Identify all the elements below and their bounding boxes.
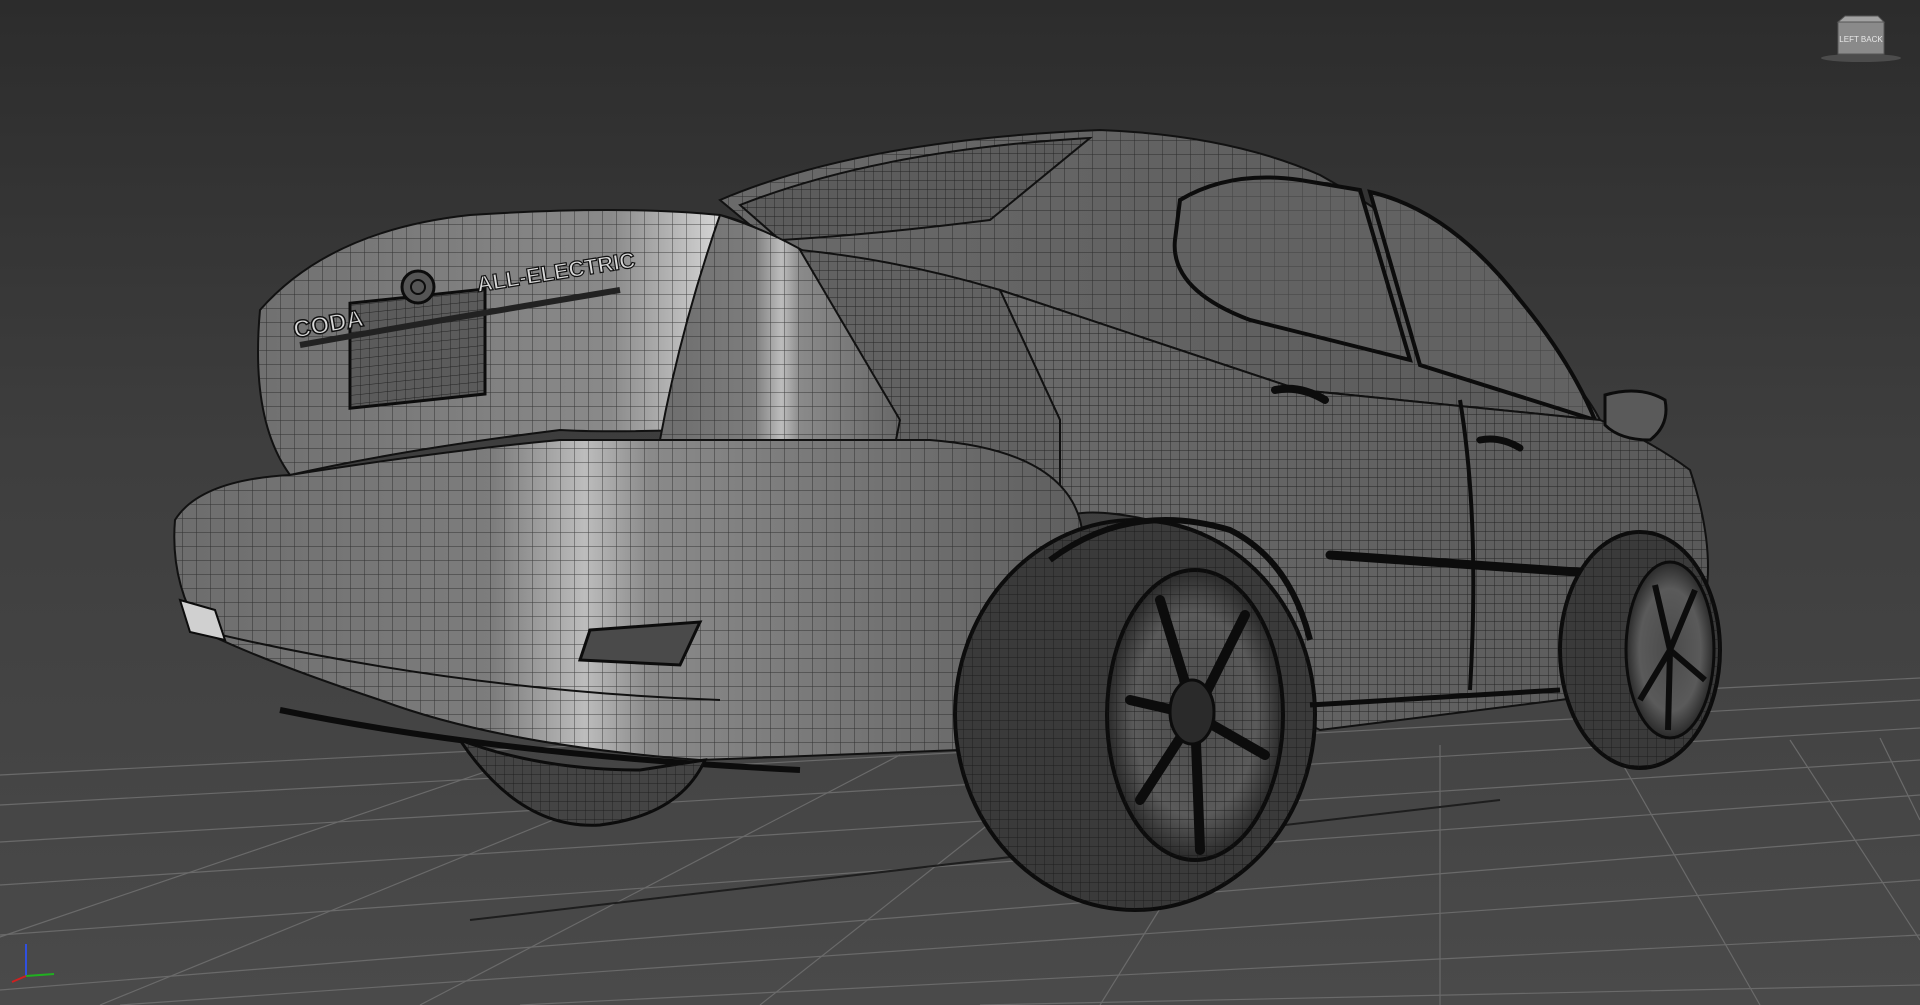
viewport-scene[interactable]: CODA ALL-ELECTRIC xyxy=(0,0,1920,1005)
car-model[interactable]: CODA ALL-ELECTRIC xyxy=(173,128,1722,912)
axis-tripod-icon xyxy=(4,930,64,990)
viewcube-label: LEFT BACK xyxy=(1839,35,1883,44)
side-mirror xyxy=(1603,389,1668,442)
perspective-viewport[interactable]: CODA ALL-ELECTRIC LEFT BACK xyxy=(0,0,1920,1005)
rear-reflector xyxy=(577,620,703,667)
viewcube-icon[interactable]: LEFT BACK xyxy=(1818,14,1904,64)
axis-y xyxy=(25,973,55,977)
axis-x xyxy=(11,975,27,983)
wheel-front-right xyxy=(1558,530,1722,770)
wheel-rear-right xyxy=(953,518,1317,912)
rear-emblem xyxy=(400,269,436,305)
